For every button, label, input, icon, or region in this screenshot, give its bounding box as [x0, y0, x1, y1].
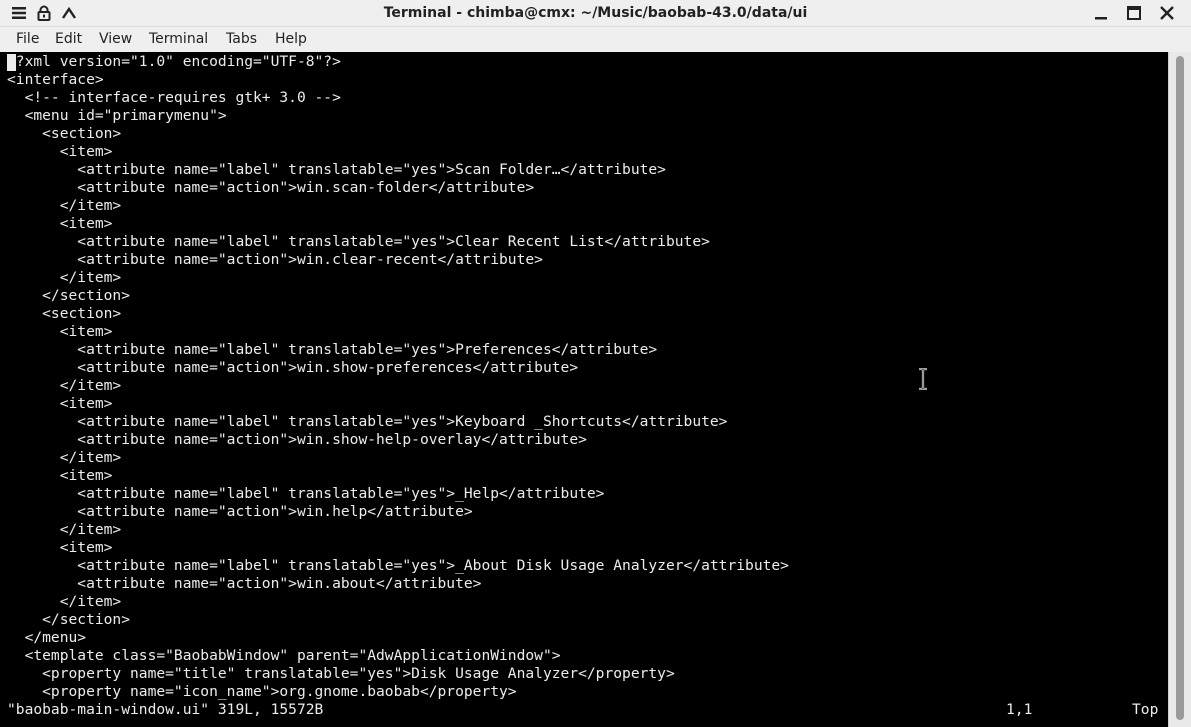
- menu-tabs[interactable]: Tabs: [222, 27, 261, 52]
- terminal-line: </item>: [7, 449, 122, 466]
- menu-help[interactable]: Help: [271, 27, 311, 52]
- terminal-line: <item>: [7, 143, 113, 160]
- terminal-line: <attribute name="label" translatable="ye…: [7, 485, 605, 502]
- terminal-line: <property name="title" translatable="yes…: [7, 665, 675, 682]
- menu-view[interactable]: View: [95, 27, 136, 52]
- terminal-line: </item>: [7, 593, 122, 610]
- terminal-line: <attribute name="action">win.about</attr…: [7, 575, 482, 592]
- terminal-line: <!-- interface-requires gtk+ 3.0 -->: [7, 89, 341, 106]
- terminal-line: <template class="BaobabWindow" parent="A…: [7, 647, 561, 664]
- terminal-line: <attribute name="label" translatable="ye…: [7, 233, 710, 250]
- title-bar: Terminal - chimba@cmx: ~/Music/baobab-43…: [0, 0, 1191, 27]
- terminal-line: <property name="icon_name">org.gnome.bao…: [7, 683, 517, 700]
- terminal-line: <attribute name="action">win.scan-folder…: [7, 179, 535, 196]
- terminal-line: </section>: [7, 287, 131, 304]
- maximize-icon: [1127, 6, 1141, 20]
- terminal-line: <attribute name="label" translatable="ye…: [7, 557, 789, 574]
- window-menu-button[interactable]: [8, 2, 30, 24]
- menu-file[interactable]: File: [12, 27, 43, 52]
- terminal-line: <attribute name="action">win.show-help-o…: [7, 431, 587, 448]
- terminal-line: </section>: [7, 611, 131, 628]
- menu-bar: File Edit View Terminal Tabs Help: [0, 27, 1191, 52]
- terminal-line: <interface>: [7, 71, 104, 88]
- vim-status-line: "baobab-main-window.ui" 319L, 15572B 1,1…: [0, 701, 1168, 719]
- terminal-line: </menu>: [7, 629, 87, 646]
- terminal-line: </item>: [7, 521, 122, 538]
- terminal-line: <?xml version="1.0" encoding="UTF-8"?>: [7, 53, 341, 70]
- close-icon: [1160, 6, 1174, 20]
- terminal-line: <attribute name="label" translatable="ye…: [7, 341, 658, 358]
- terminal-line: <menu id="primarymenu">: [7, 107, 227, 124]
- terminal-line: <attribute name="action">win.show-prefer…: [7, 359, 579, 376]
- menu-terminal[interactable]: Terminal: [145, 27, 212, 52]
- status-cursor-position: 1,1: [1006, 701, 1033, 718]
- shade-button[interactable]: [58, 2, 80, 24]
- window-title: Terminal - chimba@cmx: ~/Music/baobab-43…: [383, 5, 808, 21]
- scrollbar-thumb[interactable]: [1176, 56, 1184, 720]
- terminal-line: </item>: [7, 269, 122, 286]
- close-button[interactable]: [1156, 2, 1178, 24]
- maximize-button[interactable]: [1123, 2, 1145, 24]
- ibeam-cursor-icon: [919, 368, 927, 390]
- terminal-line: </item>: [7, 377, 122, 394]
- menu-edit[interactable]: Edit: [51, 27, 86, 52]
- terminal-line: </item>: [7, 197, 122, 214]
- menu-icon: [12, 7, 26, 19]
- terminal-scrollbar[interactable]: [1168, 52, 1191, 727]
- terminal-line: <attribute name="action">win.clear-recen…: [7, 251, 543, 268]
- terminal-line: <section>: [7, 305, 122, 322]
- chevron-up-icon: [62, 6, 76, 19]
- terminal-text: <?xml version="1.0" encoding="UTF-8"?> <i…: [7, 53, 789, 701]
- status-file-info: "baobab-main-window.ui" 319L, 15572B: [7, 701, 324, 718]
- terminal-line: <attribute name="label" translatable="ye…: [7, 161, 666, 178]
- terminal-line: <item>: [7, 215, 113, 232]
- terminal-line: <attribute name="action">win.help</attri…: [7, 503, 473, 520]
- lock-button[interactable]: [33, 2, 55, 24]
- terminal-line: <attribute name="label" translatable="ye…: [7, 413, 728, 430]
- terminal-line: <item>: [7, 395, 113, 412]
- terminal-line: <item>: [7, 323, 113, 340]
- minimize-button[interactable]: [1090, 2, 1112, 24]
- terminal-line: <item>: [7, 539, 113, 556]
- terminal-line: <section>: [7, 125, 122, 142]
- terminal-area[interactable]: <?xml version="1.0" encoding="UTF-8"?> <i…: [0, 52, 1168, 727]
- terminal-line: <item>: [7, 467, 113, 484]
- minimize-icon: [1095, 17, 1107, 20]
- lock-icon: [37, 5, 51, 21]
- status-scroll-position: Top: [1132, 701, 1159, 718]
